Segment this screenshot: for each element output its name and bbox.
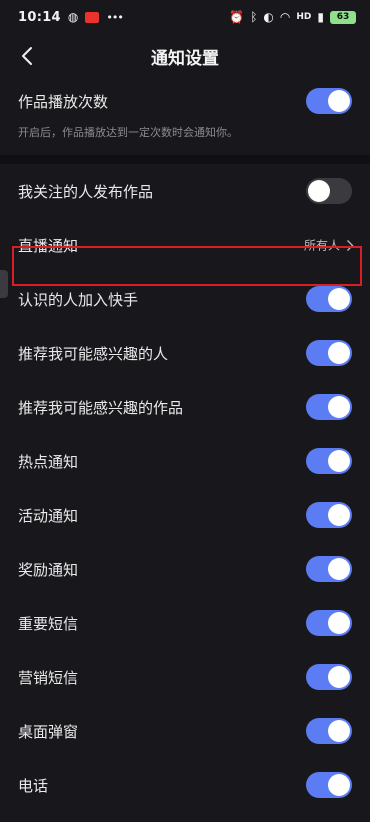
toggle-knob: [328, 90, 350, 112]
toggle-knob: [328, 774, 350, 796]
setting-label: 推荐我可能感兴趣的作品: [18, 398, 184, 417]
status-time: 10:14: [18, 9, 61, 25]
phone-toggle[interactable]: [306, 772, 352, 798]
setting-label: 电话: [18, 776, 49, 795]
toggle-knob: [328, 396, 350, 418]
setting-row-important-sms: 重要短信: [0, 596, 370, 650]
setting-row-live[interactable]: 直播通知 所有人: [0, 218, 370, 272]
status-right: ⏰ ᛒ ◐ ◠ HD ▮ 63: [229, 10, 356, 24]
reward-toggle[interactable]: [306, 556, 352, 582]
acquaintance-toggle[interactable]: [306, 286, 352, 312]
toggle-knob: [328, 504, 350, 526]
setting-label: 奖励通知: [18, 560, 79, 579]
marketing-sms-toggle[interactable]: [306, 664, 352, 690]
setting-row-recommend-works: 推荐我可能感兴趣的作品: [0, 380, 370, 434]
activity-toggle[interactable]: [306, 502, 352, 528]
setting-label: 营销短信: [18, 668, 79, 687]
setting-row-hot: 热点通知: [0, 434, 370, 488]
edge-handle[interactable]: [0, 270, 8, 298]
live-audience-value: 所有人: [303, 238, 340, 253]
bluetooth-icon: ᛒ: [250, 10, 258, 24]
recommend-works-toggle[interactable]: [306, 394, 352, 420]
live-audience-selector[interactable]: 所有人: [304, 237, 354, 254]
settings-list: 作品播放次数 开启后，作品播放达到一定次数时会通知你。 我关注的人发布作品 直播…: [0, 78, 370, 812]
play-count-toggle[interactable]: [306, 88, 352, 114]
nav-bar: 通知设置: [0, 34, 370, 78]
setting-row-activity: 活动通知: [0, 488, 370, 542]
setting-label: 活动通知: [18, 506, 79, 525]
toggle-knob: [328, 342, 350, 364]
page-title: 通知设置: [151, 49, 219, 69]
status-left: 10:14 ◍ •••: [18, 9, 124, 25]
battery-indicator: 63: [330, 10, 356, 24]
important-sms-toggle[interactable]: [306, 610, 352, 636]
setting-row-play-count: 作品播放次数: [0, 78, 370, 124]
setting-label: 重要短信: [18, 614, 79, 633]
toggle-knob: [328, 450, 350, 472]
status-bar: 10:14 ◍ ••• ⏰ ᛒ ◐ ◠ HD ▮ 63: [0, 0, 370, 34]
hd-indicator: HD: [296, 12, 312, 22]
setting-row-desktop-popup: 桌面弹窗: [0, 704, 370, 758]
setting-row-marketing-sms: 营销短信: [0, 650, 370, 704]
toggle-knob: [328, 720, 350, 742]
setting-row-followed-posts: 我关注的人发布作品: [0, 164, 370, 218]
toggle-knob: [308, 180, 330, 202]
setting-label: 作品播放次数: [18, 92, 109, 111]
setting-description: 开启后，作品播放达到一定次数时会通知你。: [18, 126, 238, 139]
hot-toggle[interactable]: [306, 448, 352, 474]
signal-icon: ▮: [317, 10, 324, 24]
setting-row-recommend-people: 推荐我可能感兴趣的人: [0, 326, 370, 380]
setting-label: 我关注的人发布作品: [18, 182, 154, 201]
more-notifications-icon: •••: [106, 10, 123, 24]
setting-row-acquaintance: 认识的人加入快手: [0, 272, 370, 326]
app-notification-icon: [85, 11, 100, 23]
followed-posts-toggle[interactable]: [306, 178, 352, 204]
toggle-knob: [328, 666, 350, 688]
toggle-knob: [328, 288, 350, 310]
desktop-popup-toggle[interactable]: [306, 718, 352, 744]
mute-icon: ◐: [263, 10, 274, 24]
toggle-knob: [328, 612, 350, 634]
recommend-people-toggle[interactable]: [306, 340, 352, 366]
setting-label: 推荐我可能感兴趣的人: [18, 344, 169, 363]
section-divider: [0, 155, 370, 164]
setting-row-reward: 奖励通知: [0, 542, 370, 596]
chat-app-icon: ◍: [67, 10, 79, 24]
toggle-knob: [328, 558, 350, 580]
chevron-right-icon: [347, 239, 354, 251]
setting-label: 桌面弹窗: [18, 722, 79, 741]
setting-label: 直播通知: [18, 236, 79, 255]
setting-label: 认识的人加入快手: [18, 290, 139, 309]
setting-label: 热点通知: [18, 452, 79, 471]
alarm-icon: ⏰: [229, 10, 245, 24]
wifi-icon: ◠: [279, 10, 291, 24]
setting-row-phone: 电话: [0, 758, 370, 812]
